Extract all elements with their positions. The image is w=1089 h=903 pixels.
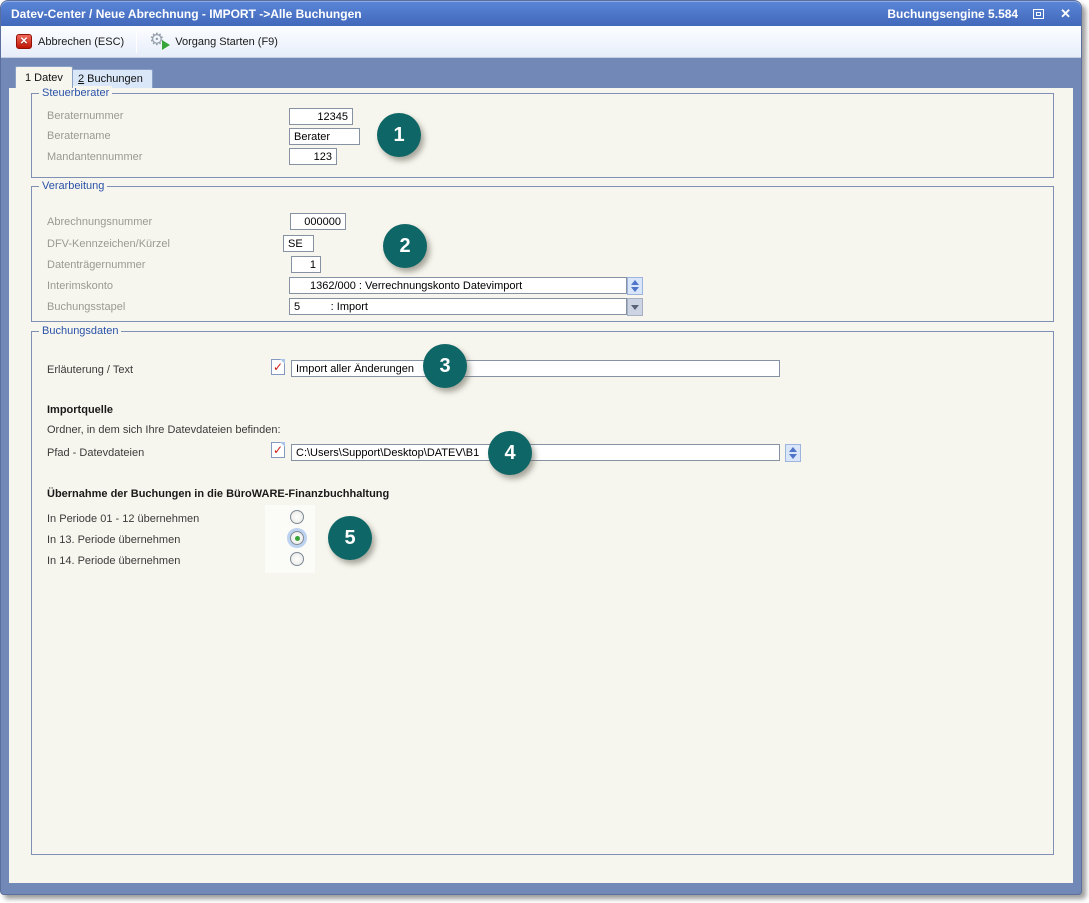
title-bar: Datev-Center / Neue Abrechnung - IMPORT … (1, 1, 1081, 26)
maximize-button[interactable] (1032, 8, 1046, 20)
start-process-button[interactable]: ⚙ Vorgang Starten (F9) (142, 30, 285, 54)
radio-periode-13[interactable] (290, 531, 304, 545)
beratername-input[interactable] (289, 128, 360, 145)
erlaeuterung-label: Erläuterung / Text (47, 363, 133, 377)
fieldset-verarbeitung-legend: Verarbeitung (39, 179, 107, 193)
buchungsstapel-dropdown-button[interactable] (627, 298, 643, 316)
tab-datev[interactable]: 1 Datev (15, 66, 73, 88)
dfv-kennzeichen-input[interactable] (283, 235, 314, 252)
abrechnungsnummer-input[interactable] (290, 213, 346, 230)
chevron-down-icon (631, 305, 639, 310)
importquelle-heading: Importquelle (47, 404, 113, 416)
fieldset-buchungsdaten: Buchungsdaten Erläuterung / Text ✓ Impor… (31, 331, 1054, 855)
step-badge-3: 3 (423, 344, 467, 388)
cancel-button[interactable]: ✕ Abbrechen (ESC) (9, 31, 131, 52)
beratername-label: Beratername (47, 129, 111, 143)
tab-page-datev: Steuerberater Beraternummer Beratername … (9, 88, 1073, 883)
radio-periode-01-12[interactable] (290, 510, 304, 524)
app-window: Datev-Center / Neue Abrechnung - IMPORT … (0, 0, 1082, 895)
erlaeuterung-input[interactable] (291, 360, 780, 377)
datentraegernummer-input[interactable] (291, 256, 321, 273)
tab-strip: 1 Datev 2 Buchungen (1, 58, 1081, 88)
interimskonto-input[interactable] (289, 277, 627, 294)
uebernahme-heading: Übernahme der Buchungen in die BüroWARE-… (47, 488, 389, 500)
radio-periode-14-label: In 14. Periode übernehmen (47, 554, 180, 568)
window-title: Datev-Center / Neue Abrechnung - IMPORT … (11, 7, 362, 21)
buchungsstapel-label: Buchungsstapel (47, 300, 125, 314)
beraternummer-input[interactable] (289, 108, 353, 125)
toolbar-separator (136, 31, 137, 53)
spinner-down-icon (631, 287, 639, 292)
abrechnungsnummer-label: Abrechnungsnummer (47, 215, 152, 229)
step-badge-4: 4 (488, 431, 532, 475)
radio-periode-14[interactable] (290, 552, 304, 566)
tab-datev-label: 1 Datev (25, 72, 63, 84)
toolbar: ✕ Abbrechen (ESC) ⚙ Vorgang Starten (F9) (1, 26, 1081, 58)
spinner-up-icon (631, 280, 639, 285)
fieldset-verarbeitung: Verarbeitung Abrechnungsnummer DFV-Kennz… (31, 186, 1054, 322)
spinner-down-icon (789, 454, 797, 459)
step-badge-1: 1 (377, 113, 421, 157)
erlaeuterung-checked-icon[interactable]: ✓ (271, 359, 285, 375)
version-label: Buchungsengine 5.584 (887, 7, 1018, 21)
close-button[interactable]: ✕ (1060, 8, 1071, 20)
datentraegernummer-label: Datenträgernummer (47, 258, 145, 272)
beraternummer-label: Beraternummer (47, 109, 123, 123)
pfad-checked-icon[interactable]: ✓ (271, 442, 285, 458)
pfad-label: Pfad - Datevdateien (47, 446, 144, 460)
radio-periode-13-label: In 13. Periode übernehmen (47, 533, 180, 547)
gear-start-icon: ⚙ (149, 33, 169, 51)
mandantennummer-input[interactable] (289, 148, 337, 165)
step-badge-5: 5 (328, 516, 372, 560)
pfad-input[interactable] (291, 444, 780, 461)
fieldset-steuerberater-legend: Steuerberater (39, 86, 112, 100)
fieldset-buchungsdaten-legend: Buchungsdaten (39, 324, 121, 338)
green-arrow-icon (162, 40, 170, 50)
cancel-button-label: Abbrechen (ESC) (38, 36, 124, 48)
mandantennummer-label: Mandantennummer (47, 150, 142, 164)
interimskonto-label: Interimskonto (47, 279, 113, 293)
interimskonto-spinner[interactable] (627, 277, 643, 295)
start-button-label: Vorgang Starten (F9) (175, 36, 278, 48)
ordner-hint-text: Ordner, in dem sich Ihre Datevdateien be… (47, 423, 281, 437)
close-icon: ✕ (1060, 6, 1071, 21)
buchungsstapel-input[interactable] (289, 298, 627, 315)
spinner-up-icon (789, 447, 797, 452)
pfad-spinner[interactable] (785, 444, 801, 462)
dfv-kennzeichen-label: DFV-Kennzeichen/Kürzel (47, 237, 170, 251)
radio-periode-01-12-label: In Periode 01 - 12 übernehmen (47, 512, 199, 526)
tab-buchungen-label: Buchungen (84, 73, 143, 85)
cancel-x-icon: ✕ (16, 34, 32, 49)
step-badge-2: 2 (383, 224, 427, 268)
fieldset-steuerberater: Steuerberater Beraternummer Beratername … (31, 93, 1054, 178)
